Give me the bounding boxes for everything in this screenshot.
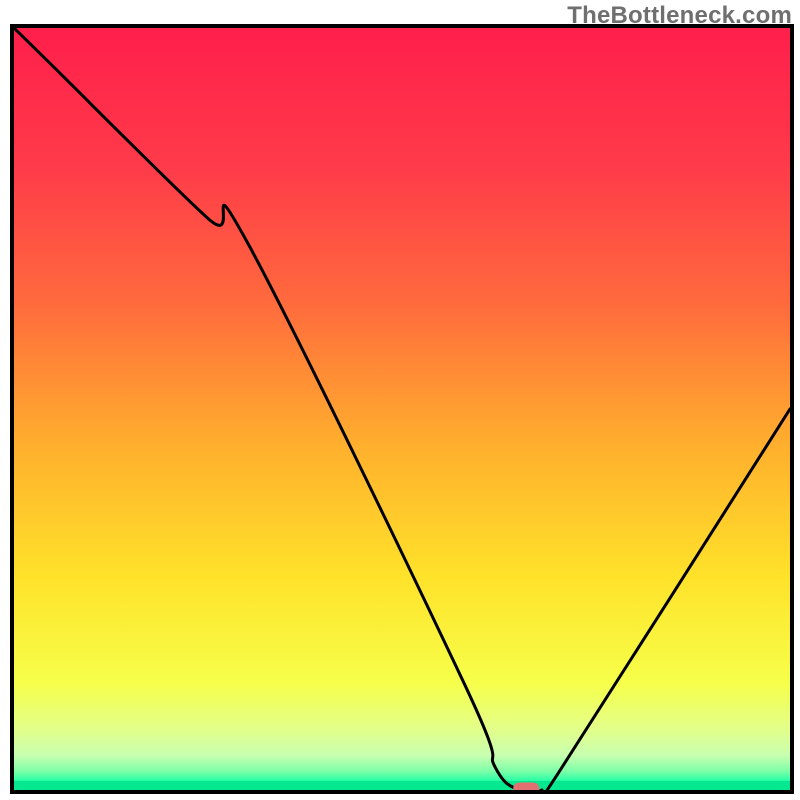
watermark-text: TheBottleneck.com: [567, 2, 792, 30]
bottleneck-chart: TheBottleneck.com: [0, 0, 800, 800]
chart-svg: [0, 0, 800, 800]
bottom-green-band: [14, 781, 790, 790]
plot-area: [14, 28, 790, 800]
